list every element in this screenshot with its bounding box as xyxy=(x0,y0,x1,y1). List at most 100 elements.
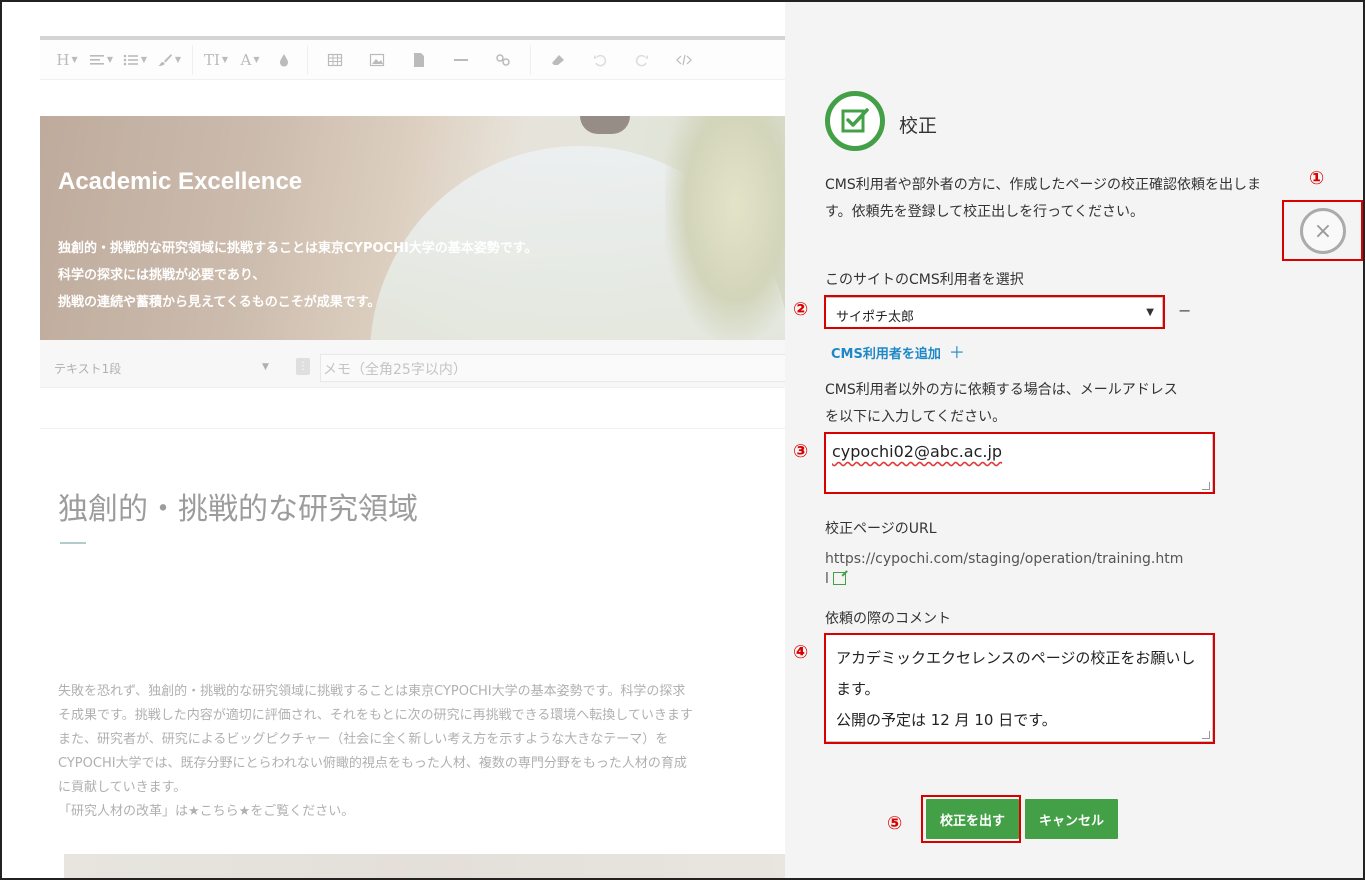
annotation-3: ③ xyxy=(793,441,809,462)
annotation-5: ⑤ xyxy=(887,813,903,834)
text-size-dropdown[interactable]: TI ▼ xyxy=(199,45,233,75)
heading-underline xyxy=(60,542,86,544)
submit-proofread-button[interactable]: 校正を出す xyxy=(926,799,1019,839)
annotation-1: ① xyxy=(1309,168,1325,189)
remove-user-button[interactable]: − xyxy=(1178,301,1191,320)
font-color-label: A xyxy=(240,50,252,69)
body-line: CYPOCHI大学では、既存分野にとらわれない俯瞰的視点をもった人材、複数の専門… xyxy=(58,756,687,771)
email-value: cypochi02@abc.ac.jp xyxy=(832,442,1003,461)
table-button[interactable] xyxy=(314,45,356,75)
eraser-button[interactable] xyxy=(537,45,579,75)
list-dropdown[interactable]: ▼ xyxy=(118,45,152,75)
annotation-2: ② xyxy=(793,299,809,320)
panel-title: 校正 xyxy=(899,115,938,137)
memo-icon: ⋮ xyxy=(296,358,310,375)
page-editor: H ▼ ▼ ▼ ▼ TI ▼ A ▼ Academic Excellence 独… xyxy=(40,36,785,880)
editor-toolbar: H ▼ ▼ ▼ ▼ TI ▼ A ▼ xyxy=(40,36,785,80)
external-link-icon[interactable] xyxy=(832,572,846,585)
heading-dropdown[interactable]: H ▼ xyxy=(50,45,84,75)
undo-button[interactable] xyxy=(579,45,621,75)
content-photo xyxy=(64,854,785,880)
body-line: そ成果です。挑戦した内容が適切に評価され、それをもとに次の研究に再挑戦できる環境… xyxy=(58,708,693,723)
content-body: 失敗を恐れず、独創的・挑戦的な研究領域に挑戦することは東京CYPOCHI大学の基… xyxy=(58,680,785,824)
text-size-label: TI xyxy=(203,50,220,69)
body-line: 失敗を恐れず、独創的・挑戦的な研究領域に挑戦することは東京CYPOCHI大学の基… xyxy=(58,684,686,699)
fill-color-button[interactable] xyxy=(267,45,301,75)
comment-textarea[interactable]: アカデミックエクセレンスのページの校正をお願いします。 公開の予定は 12 月 … xyxy=(825,634,1213,742)
heading-label: H xyxy=(56,50,70,69)
hero-line: 科学の探求には挑戦が必要であり、 xyxy=(58,268,266,283)
toolbar-separator xyxy=(530,44,531,75)
code-icon xyxy=(676,54,692,65)
undo-icon xyxy=(594,54,607,66)
external-email-label-2: を以下に入力してください。 xyxy=(825,409,1007,425)
horizontal-rule-button[interactable] xyxy=(440,45,482,75)
eraser-icon xyxy=(552,54,564,65)
close-panel-button[interactable]: × xyxy=(1300,208,1346,254)
file-icon xyxy=(414,52,424,67)
redo-icon xyxy=(635,54,648,66)
image-icon xyxy=(369,53,385,66)
redo-button[interactable] xyxy=(621,45,663,75)
body-line: また、研究者が、研究によるビッグピクチャー（社会に全く新しい考え方を示すような大… xyxy=(58,732,669,747)
file-button[interactable] xyxy=(398,45,440,75)
segment-type-select[interactable]: テキスト1段 xyxy=(54,360,121,377)
email-textarea[interactable]: cypochi02@abc.ac.jp xyxy=(825,433,1213,493)
segment-settings-row: テキスト1段 ▼ ⋮ メモ（全角25字以内） xyxy=(40,340,785,388)
close-icon: × xyxy=(1313,218,1333,244)
body-line: に貢献していきます。 xyxy=(58,780,187,795)
hero-line: 挑戦の連続や蓄積から見えてくるものこそが成果です。 xyxy=(58,295,381,310)
proofread-logo xyxy=(825,91,885,151)
font-color-dropdown[interactable]: A ▼ xyxy=(233,45,267,75)
hero-title: Academic Excellence xyxy=(58,168,303,195)
toolbar-separator xyxy=(307,44,308,75)
resize-handle[interactable] xyxy=(1202,482,1210,490)
memo-input[interactable]: メモ（全角25字以内） xyxy=(320,354,785,382)
cms-user-label: このサイトのCMS利用者を選択 xyxy=(825,272,1024,288)
caret-icon: ▼ xyxy=(140,55,148,64)
annotation-4: ④ xyxy=(793,642,809,663)
checkbox-check-icon xyxy=(841,108,869,133)
proof-url[interactable]: https://cypochi.com/staging/operation/tr… xyxy=(825,549,1187,589)
link-button[interactable] xyxy=(482,45,524,75)
cms-user-select[interactable]: サイポチ太郎 ▼ xyxy=(825,297,1163,329)
resize-handle[interactable] xyxy=(1202,731,1210,739)
add-cms-user-label: CMS利用者を追加 xyxy=(831,347,941,362)
align-dropdown[interactable]: ▼ xyxy=(84,45,118,75)
add-cms-user-link[interactable]: CMS利用者を追加 ＋ xyxy=(831,339,965,363)
cancel-button[interactable]: キャンセル xyxy=(1025,799,1118,839)
caret-down-icon: ▼ xyxy=(262,362,269,372)
link-icon xyxy=(496,53,510,66)
body-line: 「研究人材の改革」は★こちら★をご覧ください。 xyxy=(58,804,355,819)
caret-icon: ▼ xyxy=(253,55,260,64)
comment-label: 依頼の際のコメント xyxy=(825,611,951,627)
image-button[interactable] xyxy=(356,45,398,75)
cms-user-value: サイポチ太郎 xyxy=(836,310,915,325)
content-divider xyxy=(40,428,785,429)
caret-icon: ▼ xyxy=(106,55,114,64)
caret-down-icon: ▼ xyxy=(1146,307,1154,318)
hero-tree xyxy=(665,116,785,340)
drop-icon xyxy=(280,53,288,66)
hero-image: Academic Excellence 独創的・挑戦的な研究領域に挑戦することは… xyxy=(40,116,785,340)
hero-text: 独創的・挑戦的な研究領域に挑戦することは東京CYPOCHI大学の基本姿勢です。 … xyxy=(58,235,538,316)
toolbar-separator xyxy=(192,44,193,75)
align-icon xyxy=(89,54,104,65)
source-code-button[interactable] xyxy=(663,45,705,75)
style-dropdown[interactable]: ▼ xyxy=(152,45,186,75)
content-heading: 独創的・挑戦的な研究領域 xyxy=(58,492,418,527)
caret-icon: ▼ xyxy=(174,55,182,64)
caret-icon: ▼ xyxy=(221,55,229,64)
hero-line: 独創的・挑戦的な研究領域に挑戦することは東京CYPOCHI大学の基本姿勢です。 xyxy=(58,241,538,256)
brush-icon xyxy=(157,53,172,66)
comment-value: アカデミックエクセレンスのページの校正をお願いします。 公開の予定は 12 月 … xyxy=(836,649,1196,729)
table-icon xyxy=(327,53,343,66)
hero-lamp xyxy=(580,116,630,134)
proof-url-label: 校正ページのURL xyxy=(825,521,937,537)
external-email-label: CMS利用者以外の方に依頼する場合は、メールアドレス xyxy=(825,382,1178,398)
panel-description: CMS利用者や部外者の方に、作成したページの校正確認依頼を出します。依頼先を登録… xyxy=(825,177,1262,220)
caret-icon: ▼ xyxy=(71,55,78,64)
proofread-panel: 校正 CMS利用者や部外者の方に、作成したページの校正確認依頼を出します。依頼先… xyxy=(785,0,1365,880)
plus-icon: ＋ xyxy=(948,343,965,362)
list-icon xyxy=(123,54,138,65)
